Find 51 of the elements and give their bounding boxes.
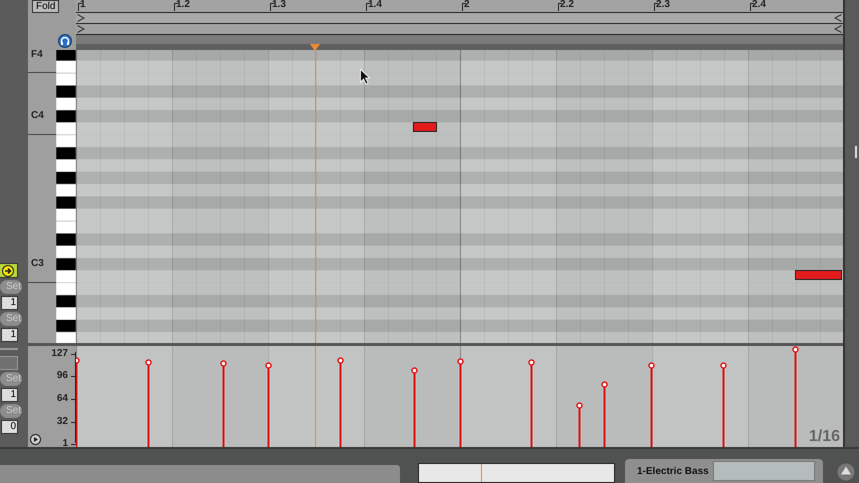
clip-overview[interactable] [418, 463, 615, 483]
velocity-scale-label: 1 [62, 438, 68, 450]
ruler-label: 1.3 [272, 0, 286, 10]
ruler-label: 2 [464, 0, 470, 10]
triangle-up-icon[interactable] [837, 463, 855, 481]
ruler-label: 2.3 [656, 0, 670, 10]
velocity-stem[interactable] [337, 357, 344, 447]
number-field[interactable]: 0 [1, 420, 18, 434]
ruler-label: 2.4 [752, 0, 766, 10]
velocity-stem[interactable] [411, 367, 418, 447]
fold-button[interactable]: Fold [32, 0, 60, 13]
ruler-label: 1.2 [176, 0, 190, 10]
number-field[interactable]: 1 [1, 388, 18, 402]
loop-start-icon[interactable] [77, 14, 85, 22]
marker-start-icon[interactable] [77, 25, 85, 33]
velocity-stem[interactable] [576, 402, 583, 447]
headphones-icon[interactable] [58, 34, 72, 48]
ruler-label: 2.2 [560, 0, 574, 10]
midi-note[interactable] [795, 270, 842, 280]
piano-keyboard[interactable] [56, 50, 76, 343]
note-label: C4 [31, 110, 44, 122]
mouse-pointer-icon [360, 69, 370, 85]
number-field[interactable]: 1 [1, 328, 18, 342]
toggle-button[interactable] [0, 263, 18, 278]
velocity-scale-label: 64 [56, 393, 68, 405]
arrow-right-icon [2, 264, 14, 276]
velocity-stem[interactable] [145, 359, 152, 447]
velocity-stem[interactable] [601, 381, 608, 447]
velocity-scale-label: 127 [51, 348, 68, 360]
grid-size-label[interactable]: 1/16 [808, 428, 840, 446]
track-name[interactable]: 1-Electric Bass [637, 466, 709, 476]
note-label: C3 [31, 258, 44, 270]
midi-note[interactable] [413, 122, 437, 132]
empty-field[interactable] [0, 356, 18, 370]
velocity-stem[interactable] [720, 362, 727, 447]
velocity-stem[interactable] [457, 358, 464, 447]
marker-end-icon[interactable] [834, 25, 842, 33]
velocity-stem[interactable] [220, 360, 227, 447]
velocity-stem[interactable] [528, 359, 535, 447]
loop-end-icon[interactable] [834, 14, 842, 22]
number-field[interactable]: 1 [1, 296, 18, 310]
clip-thumbnail[interactable] [712, 461, 815, 481]
velocity-scale-label: 32 [56, 416, 68, 428]
velocity-scale-label: 96 [56, 370, 68, 382]
play-icon[interactable] [30, 434, 41, 445]
velocity-stem[interactable] [265, 362, 272, 447]
velocity-stem[interactable] [792, 346, 799, 447]
ruler-label: 1.4 [368, 0, 382, 10]
velocity-stem[interactable] [648, 362, 655, 447]
note-label: F4 [31, 50, 43, 60]
ruler-label: 1 [80, 0, 86, 10]
